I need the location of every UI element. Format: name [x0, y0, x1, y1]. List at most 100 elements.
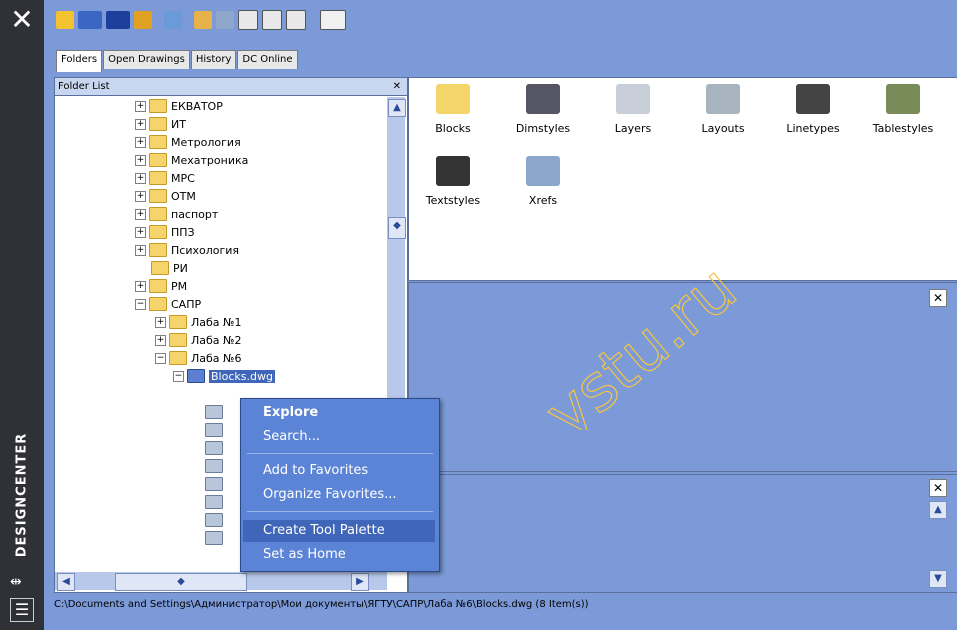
- content-item-linetypes[interactable]: Linetypes: [769, 78, 857, 148]
- tree-item[interactable]: РИ: [151, 259, 188, 277]
- folder-icon: [169, 351, 187, 365]
- description-panel: ✕ ▲ ▼: [408, 474, 957, 593]
- properties-icon[interactable]: ☰: [10, 598, 34, 622]
- content-item-textstyles[interactable]: Textstyles: [409, 150, 497, 220]
- xrefs-icon: [205, 531, 223, 545]
- palette-title-text: DESIGNCENTER: [14, 432, 30, 558]
- tree-child-item[interactable]: [205, 475, 227, 493]
- expand-icon[interactable]: +: [135, 244, 146, 256]
- blocks-icon: [205, 405, 223, 419]
- tree-item[interactable]: + МРС: [135, 169, 195, 187]
- tree-child-item[interactable]: [205, 439, 227, 457]
- textstyles-icon: [436, 156, 470, 186]
- tab-history[interactable]: History: [190, 50, 237, 69]
- forward-icon[interactable]: [106, 11, 130, 29]
- tree-item[interactable]: + Лаба №1: [155, 313, 241, 331]
- folder-tree-hscrollbar[interactable]: ◀ ◆ ▶: [55, 572, 387, 591]
- folder-icon: [149, 189, 167, 203]
- designcenter-sidebar: ✕ DESIGNCENTER ⇹ ☰: [0, 0, 44, 630]
- content-item-layouts[interactable]: Layouts: [679, 78, 767, 148]
- expand-icon[interactable]: +: [135, 226, 146, 238]
- folder-icon: [149, 135, 167, 149]
- expand-icon[interactable]: +: [135, 100, 146, 112]
- tree-item[interactable]: + Мехатроника: [135, 151, 248, 169]
- scroll-up-icon[interactable]: ▲: [929, 501, 947, 519]
- search-icon[interactable]: [164, 11, 182, 29]
- tab-open-drawings[interactable]: Open Drawings: [103, 50, 190, 69]
- autohide-icon[interactable]: ⇹: [10, 574, 22, 590]
- tree-item[interactable]: + ППЗ: [135, 223, 195, 241]
- expand-icon[interactable]: +: [155, 316, 166, 328]
- tree-item[interactable]: + Психология: [135, 241, 239, 259]
- expand-icon[interactable]: +: [155, 334, 166, 346]
- tree-item[interactable]: + Лаба №2: [155, 331, 241, 349]
- content-item-dimstyles[interactable]: Dimstyles: [499, 78, 587, 148]
- menu-item-organize-favorites[interactable]: Organize Favorites...: [263, 487, 397, 502]
- views-icon[interactable]: [320, 10, 346, 30]
- menu-item-search[interactable]: Search...: [263, 429, 320, 444]
- close-icon[interactable]: ✕: [393, 78, 401, 95]
- expand-icon[interactable]: +: [135, 208, 146, 220]
- expand-icon[interactable]: +: [135, 190, 146, 202]
- collapse-icon[interactable]: −: [135, 298, 146, 310]
- tab-folders[interactable]: Folders: [56, 50, 103, 72]
- content-item-tablestyles[interactable]: Tablestyles: [859, 78, 947, 148]
- back-icon[interactable]: [78, 11, 102, 29]
- scroll-right-icon[interactable]: ▶: [351, 573, 369, 591]
- menu-item-set-as-home[interactable]: Set as Home: [263, 547, 346, 562]
- expand-icon[interactable]: +: [135, 136, 146, 148]
- tree-item[interactable]: + РМ: [135, 277, 187, 295]
- tree-item-label: ЕКВАТОР: [171, 99, 223, 113]
- tree-item[interactable]: − Blocks.dwg: [173, 367, 275, 385]
- tree-item[interactable]: + Метрология: [135, 133, 241, 151]
- linetypes-icon: [796, 84, 830, 114]
- tree-item[interactable]: − САПР: [135, 295, 201, 313]
- tree-item[interactable]: + ИТ: [135, 115, 186, 133]
- tab-bar: Folders Open Drawings History DC Online: [56, 50, 299, 72]
- content-item-layers[interactable]: Layers: [589, 78, 677, 148]
- tree-item-label: САПР: [171, 297, 202, 311]
- tree-child-item[interactable]: [205, 529, 227, 547]
- dimstyles-icon: [526, 84, 560, 114]
- tree-child-item[interactable]: [205, 493, 227, 511]
- description-icon[interactable]: [286, 10, 306, 30]
- close-icon[interactable]: ✕: [929, 479, 947, 497]
- tree-item-label: Blocks.dwg: [209, 369, 275, 383]
- tab-dc-online[interactable]: DC Online: [237, 50, 298, 69]
- watermark-text: ms.ystu.ru: [443, 252, 751, 430]
- tree-child-item[interactable]: [205, 457, 227, 475]
- content-item-blocks[interactable]: Blocks: [409, 78, 497, 148]
- expand-icon[interactable]: +: [135, 118, 146, 130]
- tree-child-item[interactable]: [205, 511, 227, 529]
- favorites-icon[interactable]: [194, 11, 212, 29]
- preview-icon[interactable]: [262, 10, 282, 30]
- scroll-up-icon[interactable]: ▲: [388, 99, 406, 117]
- tree-item[interactable]: + ЕКВАТОР: [135, 97, 223, 115]
- up-icon[interactable]: [134, 11, 152, 29]
- close-icon[interactable]: ✕: [929, 289, 947, 307]
- folder-icon: [149, 171, 167, 185]
- tree-item[interactable]: + паспорт: [135, 205, 218, 223]
- expand-icon[interactable]: +: [135, 280, 146, 292]
- scroll-down-icon[interactable]: ▼: [929, 570, 947, 588]
- tree-view-toggle-icon[interactable]: [238, 10, 258, 30]
- content-label: Blocks: [435, 122, 471, 135]
- tree-child-item[interactable]: [205, 403, 227, 421]
- tree-item[interactable]: + ОТМ: [135, 187, 196, 205]
- menu-item-create-tool-palette[interactable]: Create Tool Palette: [263, 523, 385, 538]
- tree-item[interactable]: − Лаба №6: [155, 349, 241, 367]
- hscroll-thumb[interactable]: ◆: [115, 573, 247, 591]
- menu-item-explore[interactable]: Explore: [263, 405, 318, 420]
- expand-icon[interactable]: +: [135, 154, 146, 166]
- load-icon[interactable]: [56, 11, 74, 29]
- home-icon[interactable]: [216, 11, 234, 29]
- tree-item-label: РМ: [171, 279, 188, 293]
- collapse-icon[interactable]: −: [173, 370, 184, 382]
- tree-child-item[interactable]: [205, 421, 227, 439]
- collapse-icon[interactable]: −: [155, 352, 166, 364]
- scroll-left-icon[interactable]: ◀: [57, 573, 75, 591]
- menu-item-add-to-favorites[interactable]: Add to Favorites: [263, 463, 368, 478]
- expand-icon[interactable]: +: [135, 172, 146, 184]
- content-item-xrefs[interactable]: Xrefs: [499, 150, 587, 220]
- folder-icon: [169, 333, 187, 347]
